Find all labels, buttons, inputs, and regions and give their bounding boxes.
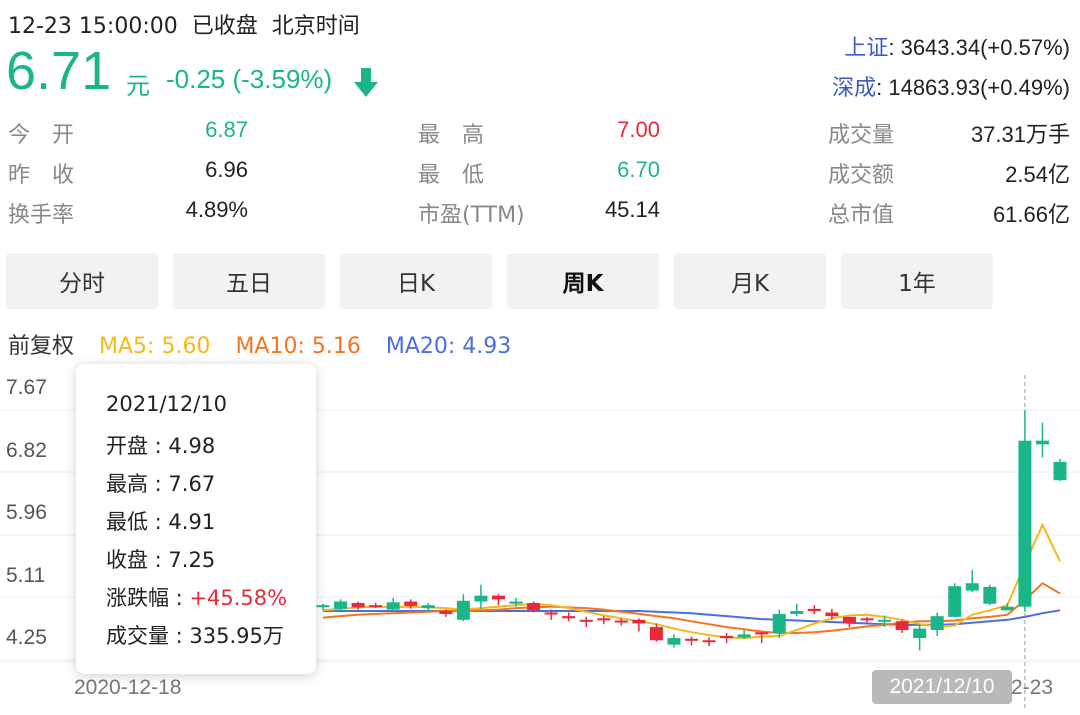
crosshair-date-label: 2021/12/10	[872, 670, 1012, 704]
tab-five-day[interactable]: 五日	[173, 253, 325, 309]
candle-body	[965, 583, 979, 591]
candle-body	[369, 605, 383, 608]
candle-body	[983, 586, 997, 604]
candle-body	[948, 586, 962, 617]
stat-value: 61.66亿	[992, 202, 1070, 227]
stat-label: 换手率	[8, 203, 75, 228]
stat-value: 45.14	[604, 197, 660, 222]
x-start-label: 2020-12-18	[74, 676, 182, 699]
candle-body	[737, 634, 751, 638]
candle-tooltip: 2021/12/10 开盘 : 4.98 最高 : 7.67 最低 : 4.91…	[76, 364, 316, 674]
tooltip-volume: 成交量 : 335.95万	[106, 624, 284, 648]
stat-value: 7.00	[617, 117, 660, 142]
ma20-label: MA20: 4.93	[385, 334, 512, 359]
stat-label: 市盈(TTM)	[418, 203, 525, 228]
candle-body	[702, 640, 716, 643]
candle-body	[386, 602, 400, 610]
candle-body	[334, 601, 348, 609]
candle-body	[421, 605, 435, 609]
quote-stats: 今 开 6.87 昨 收 6.96 换手率 4.89% 最 高 7.00 最 低…	[0, 0, 1080, 240]
candle-body	[720, 635, 734, 639]
candle-body	[667, 638, 681, 645]
tooltip-low: 最低 : 4.91	[106, 510, 216, 534]
tooltip-change-label: 涨跌幅 :	[106, 586, 190, 610]
candle-body	[439, 611, 453, 614]
candle-body	[790, 611, 804, 614]
candle-body	[1035, 440, 1049, 445]
candle-body	[1018, 440, 1032, 607]
stat-value: 6.70	[617, 157, 660, 182]
candle-body	[404, 601, 418, 606]
candle-body	[1000, 606, 1014, 611]
candle-body	[649, 627, 663, 641]
candle-body	[597, 618, 611, 621]
candle-body	[579, 619, 593, 622]
stat-label: 成交额	[828, 163, 895, 188]
candle-body	[878, 619, 892, 622]
stat-value: 37.31万手	[970, 122, 1070, 147]
tooltip-change-value: +45.58%	[189, 586, 288, 610]
stat-value: 6.87	[205, 117, 248, 142]
stat-value: 2.54亿	[1005, 162, 1070, 187]
y-tick: 5.96	[6, 501, 47, 524]
candle-body	[825, 612, 839, 617]
tab-intraday[interactable]: 分时	[6, 253, 158, 309]
tooltip-high: 最高 : 7.67	[106, 472, 216, 496]
candle-body	[474, 595, 488, 602]
tooltip-close: 收盘 : 7.25	[106, 548, 216, 572]
candle-body	[860, 618, 874, 621]
ma-legend: 前复权 MA5: 5.60 MA10: 5.16 MA20: 4.93	[8, 328, 529, 360]
tab-monthly-k[interactable]: 月K	[674, 253, 826, 309]
stat-label: 成交量	[828, 123, 895, 148]
candle-body	[456, 600, 470, 620]
candle-body	[930, 616, 944, 631]
candle-body	[807, 608, 821, 612]
candle-body	[632, 619, 646, 624]
stat-label: 今 开	[8, 123, 75, 148]
stat-value: 6.96	[205, 157, 248, 182]
stat-label: 总市值	[828, 203, 895, 228]
x-end-label: 2-23	[1011, 676, 1054, 699]
adjust-mode[interactable]: 前复权	[8, 334, 74, 359]
candle-body	[509, 601, 523, 604]
candle-body	[842, 616, 856, 624]
tooltip-date: 2021/12/10	[106, 392, 228, 416]
candle-body	[895, 621, 909, 631]
y-tick: 4.25	[6, 626, 47, 649]
candle-body	[1053, 461, 1067, 481]
stat-value: 4.89%	[185, 197, 248, 222]
period-tabs: 分时 五日 日K 周K 月K 1年	[6, 253, 1076, 309]
y-tick: 6.82	[6, 439, 47, 462]
tooltip-change: 涨跌幅 : +45.58%	[106, 582, 287, 612]
candle-body	[562, 616, 576, 619]
ma10-label: MA10: 5.16	[235, 334, 361, 359]
tab-daily-k[interactable]: 日K	[340, 253, 492, 309]
candle-body	[527, 602, 541, 611]
candle-body	[614, 620, 628, 623]
candle-body	[491, 595, 505, 600]
ma5-label: MA5: 5.60	[99, 334, 211, 359]
candle-body	[544, 612, 558, 615]
candle-body	[772, 613, 786, 633]
stat-label: 昨 收	[8, 163, 75, 188]
tooltip-open: 开盘 : 4.98	[106, 434, 216, 458]
candle-body	[685, 638, 698, 641]
stat-label: 最 低	[418, 163, 485, 188]
candle-body	[913, 628, 927, 639]
y-tick: 5.11	[6, 564, 46, 587]
candle-body	[351, 602, 365, 608]
stat-label: 最 高	[418, 123, 485, 148]
tab-one-year[interactable]: 1年	[841, 253, 993, 309]
y-tick: 7.67	[6, 376, 47, 399]
tab-weekly-k[interactable]: 周K	[507, 253, 659, 309]
candle-body	[316, 605, 330, 608]
candle-body	[755, 632, 769, 635]
